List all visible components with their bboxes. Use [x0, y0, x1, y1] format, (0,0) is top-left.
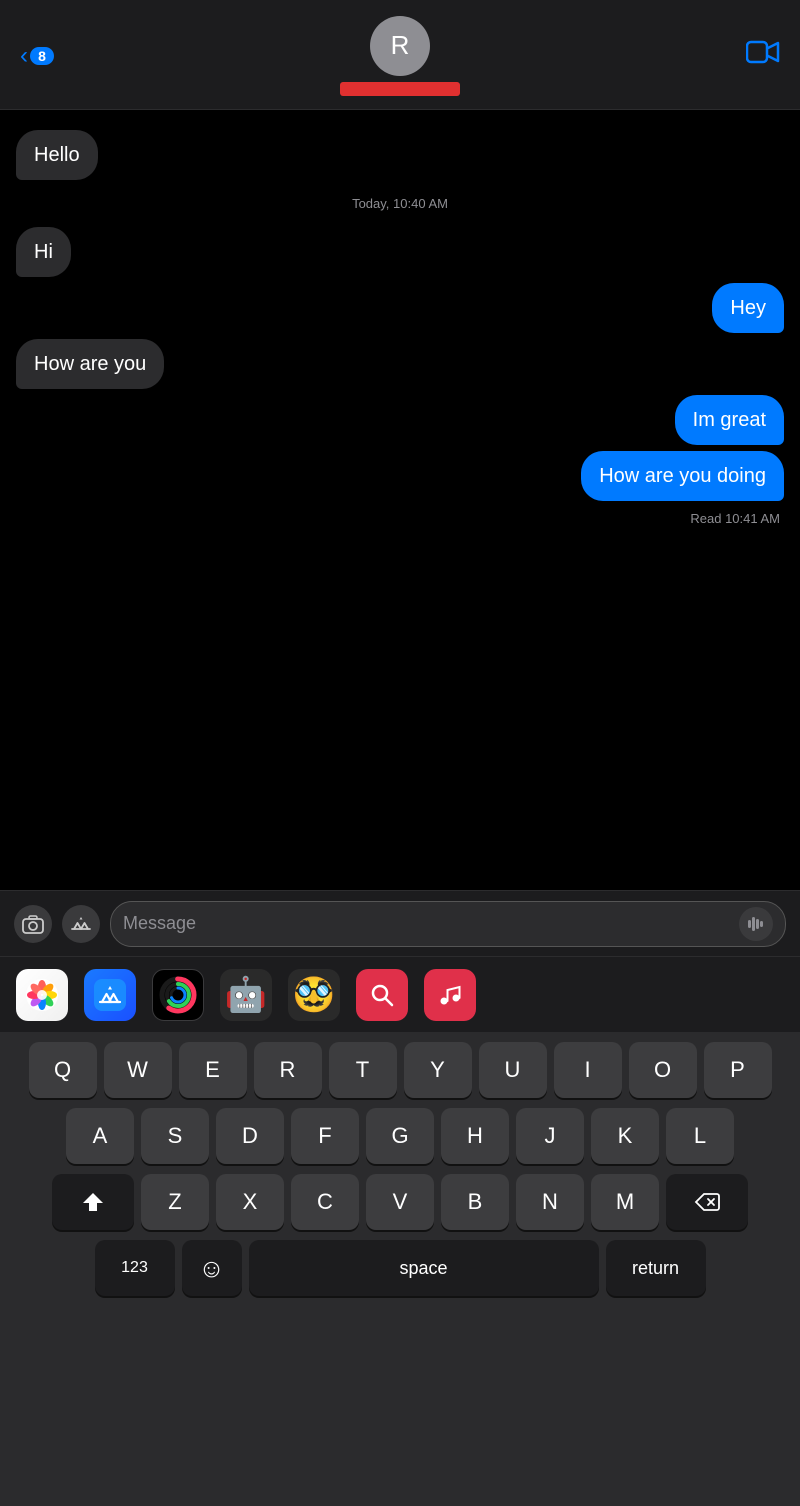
keyboard-row-2: A S D F G H J K L [4, 1108, 796, 1164]
contact-info: R [340, 16, 460, 96]
key-F[interactable]: F [291, 1108, 359, 1164]
key-X[interactable]: X [216, 1174, 284, 1230]
message-input-wrap[interactable]: Message [110, 901, 786, 947]
audio-input-button[interactable] [739, 907, 773, 941]
key-U[interactable]: U [479, 1042, 547, 1098]
key-E[interactable]: E [179, 1042, 247, 1098]
message-bubble-sent: Im great [675, 395, 784, 445]
key-M[interactable]: M [591, 1174, 659, 1230]
key-R[interactable]: R [254, 1042, 322, 1098]
messages-area: Hello Today, 10:40 AM Hi Hey How are you… [0, 110, 800, 890]
message-bubble-received: How are you [16, 339, 164, 389]
emoji-key[interactable]: ☺ [182, 1240, 242, 1296]
photos-app-icon[interactable] [16, 969, 68, 1021]
time-divider: Today, 10:40 AM [16, 196, 784, 211]
shift-key[interactable] [52, 1174, 134, 1230]
key-I[interactable]: I [554, 1042, 622, 1098]
key-O[interactable]: O [629, 1042, 697, 1098]
key-Z[interactable]: Z [141, 1174, 209, 1230]
message-bubble-received: Hello [16, 130, 98, 180]
key-W[interactable]: W [104, 1042, 172, 1098]
app-icons-row: 🤖 🥸 [0, 956, 800, 1032]
message-placeholder: Message [123, 913, 739, 934]
avatar[interactable]: R [370, 16, 430, 76]
key-A[interactable]: A [66, 1108, 134, 1164]
camera-button[interactable] [14, 905, 52, 943]
key-J[interactable]: J [516, 1108, 584, 1164]
delete-key[interactable] [666, 1174, 748, 1230]
memoji1-app-icon[interactable]: 🤖 [220, 969, 272, 1021]
key-S[interactable]: S [141, 1108, 209, 1164]
key-N[interactable]: N [516, 1174, 584, 1230]
space-key[interactable]: space [249, 1240, 599, 1296]
key-D[interactable]: D [216, 1108, 284, 1164]
key-P[interactable]: P [704, 1042, 772, 1098]
key-K[interactable]: K [591, 1108, 659, 1164]
key-L[interactable]: L [666, 1108, 734, 1164]
memoji2-app-icon[interactable]: 🥸 [288, 969, 340, 1021]
read-status: Read 10:41 AM [16, 511, 784, 526]
appstore-app-icon[interactable] [84, 969, 136, 1021]
back-badge-count: 8 [30, 47, 54, 65]
contact-name-bar [340, 82, 460, 96]
message-bubble-received: Hi [16, 227, 71, 277]
header: ‹ 8 R [0, 0, 800, 110]
key-B[interactable]: B [441, 1174, 509, 1230]
video-call-button[interactable] [746, 38, 780, 73]
key-Y[interactable]: Y [404, 1042, 472, 1098]
app-store-button[interactable] [62, 905, 100, 943]
key-G[interactable]: G [366, 1108, 434, 1164]
back-button[interactable]: ‹ 8 [20, 44, 54, 68]
keyboard-row-1: Q W E R T Y U I O P [4, 1042, 796, 1098]
keyboard-row-3: Z X C V B N M [4, 1174, 796, 1230]
fitness-app-icon[interactable] [152, 969, 204, 1021]
key-T[interactable]: T [329, 1042, 397, 1098]
message-bubble-sent: How are you doing [581, 451, 784, 501]
back-chevron-icon: ‹ [20, 44, 28, 68]
keyboard: Q W E R T Y U I O P A S D F G H J K L Z … [0, 1032, 800, 1506]
keyboard-bottom-row: 123 ☺ space return [4, 1240, 796, 1296]
key-C[interactable]: C [291, 1174, 359, 1230]
numbers-key[interactable]: 123 [95, 1240, 175, 1296]
key-H[interactable]: H [441, 1108, 509, 1164]
music-app-icon[interactable] [424, 969, 476, 1021]
return-key[interactable]: return [606, 1240, 706, 1296]
key-V[interactable]: V [366, 1174, 434, 1230]
search-app-icon[interactable] [356, 969, 408, 1021]
message-input-area: Message [0, 890, 800, 956]
key-Q[interactable]: Q [29, 1042, 97, 1098]
message-bubble-sent: Hey [712, 283, 784, 333]
